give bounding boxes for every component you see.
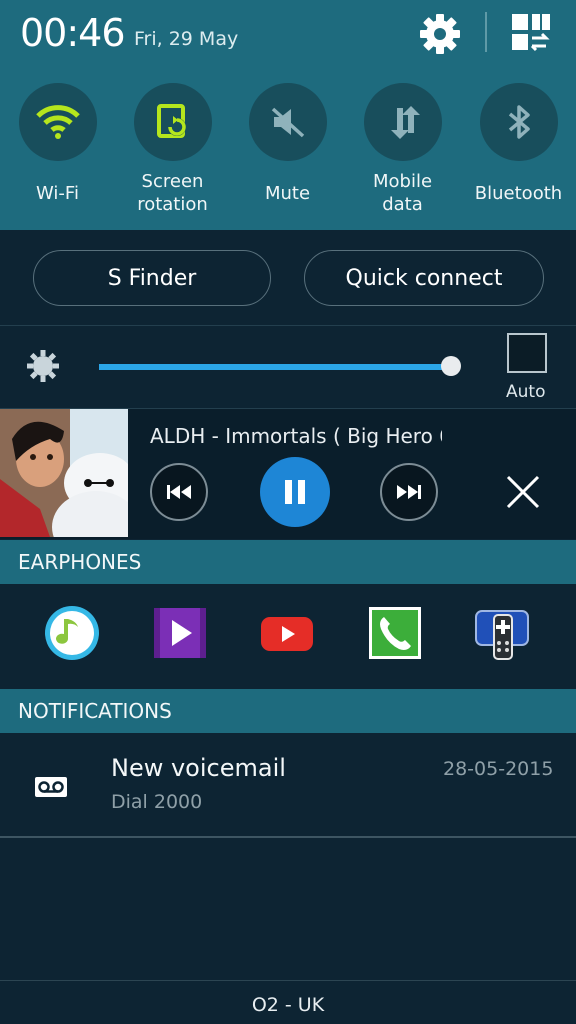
carrier-label: O2 - UK	[251, 994, 325, 1016]
date-label: Fri, 29 May	[134, 28, 239, 50]
screen-rotation-icon	[133, 83, 212, 161]
toggle-wifi[interactable]: Wi-Fi	[0, 83, 115, 217]
toggle-label: Mute	[264, 182, 311, 204]
notification-title: New voicemail	[111, 754, 286, 782]
voicemail-icon	[34, 776, 68, 798]
remote-app-icon[interactable]	[474, 605, 530, 661]
close-icon	[506, 475, 540, 509]
music-app-icon[interactable]	[44, 605, 100, 661]
auto-brightness-label: Auto	[506, 382, 546, 402]
brightness-icon	[26, 349, 60, 383]
album-art[interactable]	[0, 409, 128, 537]
notifications-header: NOTIFICATIONS	[0, 689, 576, 733]
brightness-level	[99, 364, 451, 370]
notification-date: 28-05-2015	[443, 758, 554, 780]
previous-icon	[167, 485, 191, 499]
toggle-label: Mobile data	[372, 171, 433, 215]
youtube-app-icon[interactable]	[259, 605, 315, 661]
mobile-data-icon	[363, 83, 442, 161]
toggle-screen-rotation[interactable]: Screen rotation	[115, 83, 230, 217]
video-app-icon[interactable]	[152, 605, 208, 661]
clock: 00:46	[20, 11, 126, 55]
quick-connect-button[interactable]: Quick connect	[304, 250, 544, 306]
earphones-header: EARPHONES	[0, 540, 576, 584]
divider	[0, 980, 576, 981]
toggle-bluetooth[interactable]: Bluetooth	[461, 83, 576, 217]
edit-panel-icon[interactable]	[506, 10, 554, 54]
wifi-icon	[18, 83, 97, 161]
toggle-label: Screen rotation	[137, 171, 208, 215]
divider	[0, 836, 576, 838]
next-icon	[397, 485, 421, 499]
gear-icon[interactable]	[416, 10, 464, 58]
previous-button[interactable]	[150, 463, 208, 521]
toggle-label: Wi-Fi	[36, 182, 79, 204]
close-player-button[interactable]	[503, 472, 543, 512]
next-button[interactable]	[380, 463, 438, 521]
mute-icon	[248, 83, 327, 161]
bluetooth-icon	[479, 83, 558, 161]
auto-brightness-checkbox[interactable]	[507, 333, 547, 373]
toggle-mute[interactable]: Mute	[230, 83, 345, 217]
pause-button[interactable]	[260, 457, 330, 527]
toggle-mobile-data[interactable]: Mobile data	[345, 83, 460, 217]
divider	[0, 325, 576, 326]
track-title: ALDH - Immortals ( Big Hero 6	[150, 424, 442, 448]
toggle-label: Bluetooth	[474, 182, 563, 204]
header-divider	[485, 12, 487, 52]
notification-subtitle: Dial 2000	[111, 791, 203, 813]
pause-icon	[285, 480, 305, 504]
brightness-thumb[interactable]	[441, 356, 461, 376]
notification-item[interactable]	[0, 734, 576, 836]
s-finder-button[interactable]: S Finder	[33, 250, 271, 306]
phone-app-icon[interactable]	[367, 605, 423, 661]
